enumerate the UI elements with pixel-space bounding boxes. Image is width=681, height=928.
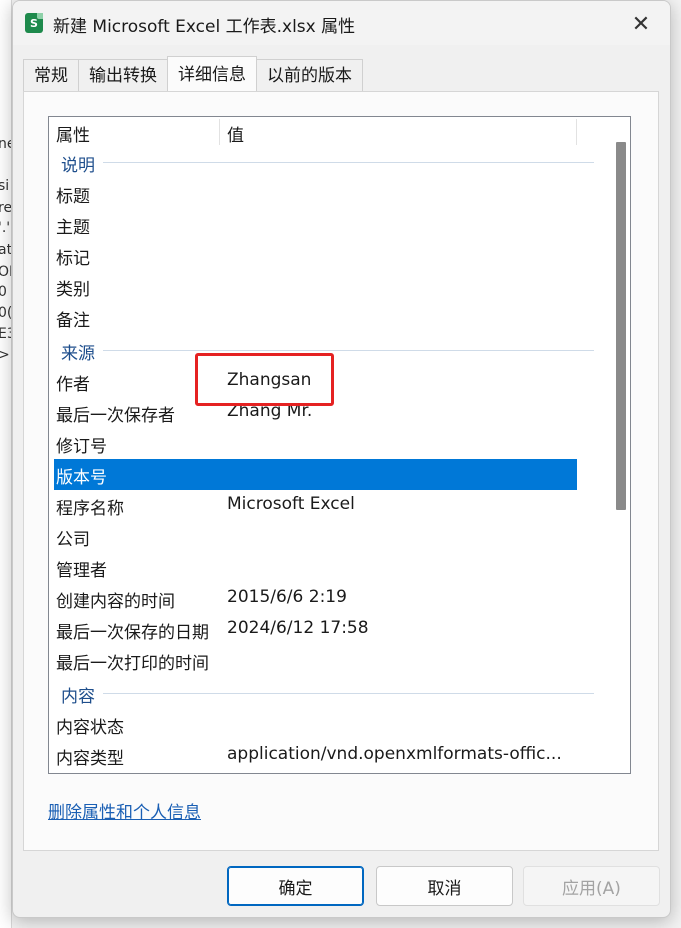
property-row[interactable]: 程序名称 Microsoft Excel: [49, 490, 579, 521]
background-text: 0: [0, 284, 7, 300]
tab-general[interactable]: 常规: [23, 59, 79, 92]
background-text: si: [0, 178, 10, 194]
tab-output-conversion[interactable]: 输出转换: [78, 59, 168, 92]
app-icon-glyph: S: [30, 16, 38, 30]
group-label: 来源: [61, 344, 95, 364]
property-name: 内容类型: [56, 749, 124, 769]
property-value[interactable]: Microsoft Excel: [227, 494, 579, 514]
property-name: 备注: [56, 311, 90, 331]
property-row[interactable]: 修订号: [49, 428, 579, 459]
tab-details[interactable]: 详细信息: [167, 56, 257, 91]
property-row[interactable]: 类别: [49, 271, 579, 302]
excel-file-icon: S: [25, 13, 43, 33]
properties-dialog: S 新建 Microsoft Excel 工作表.xlsx 属性 ✕ 常规 输出…: [12, 0, 671, 918]
property-row[interactable]: 内容类型 application/vnd.openxmlformats-offic…: [49, 740, 579, 771]
property-name: 类别: [56, 280, 90, 300]
details-panel: 属性 值 说明 标题 主题 标记 类别 备注 来源 作者 Zhangsan 最后一…: [23, 91, 659, 851]
group-label: 内容: [61, 687, 95, 707]
apply-button[interactable]: 应用(A): [523, 866, 660, 906]
property-name: 最后一次保存的日期: [56, 623, 209, 643]
group-divider: [103, 350, 594, 351]
property-name: 作者: [56, 375, 90, 395]
property-name: 公司: [56, 530, 90, 550]
group-content: 内容: [49, 678, 594, 709]
property-name: 标题: [56, 187, 90, 207]
property-row[interactable]: 标题: [49, 178, 579, 209]
property-row[interactable]: 管理者: [49, 552, 579, 583]
group-divider: [103, 162, 594, 163]
vertical-scrollbar[interactable]: [610, 117, 630, 773]
background-text: E3: [0, 326, 11, 342]
group-description: 说明: [49, 147, 594, 178]
annotation-highlight-box: [195, 353, 334, 406]
remove-properties-link[interactable]: 删除属性和个人信息: [48, 798, 201, 823]
cancel-button[interactable]: 取消: [376, 866, 513, 906]
close-icon: ✕: [631, 11, 651, 37]
property-row[interactable]: 公司: [49, 521, 579, 552]
property-name: 管理者: [56, 561, 107, 581]
background-window-edge: ne si re '.' at OL 0 0( E3 >: [0, 0, 12, 928]
background-text: at: [0, 242, 12, 258]
property-name: 主题: [56, 218, 90, 238]
column-header: 属性 值: [49, 117, 630, 147]
background-text: OL: [0, 264, 11, 280]
tab-previous-versions[interactable]: 以前的版本: [256, 59, 363, 92]
property-value[interactable]: 2015/6/6 2:19: [227, 587, 579, 607]
background-text: '.': [0, 220, 11, 236]
scrollbar-thumb[interactable]: [616, 142, 626, 510]
property-name: 修订号: [56, 437, 107, 457]
property-row[interactable]: 备注: [49, 302, 579, 333]
property-name: 最后一次保存者: [56, 406, 175, 426]
window-title: 新建 Microsoft Excel 工作表.xlsx 属性: [53, 17, 356, 37]
property-value[interactable]: application/vnd.openxmlformats-offic...: [227, 744, 579, 764]
title-bar[interactable]: S 新建 Microsoft Excel 工作表.xlsx 属性 ✕: [13, 1, 670, 45]
column-header-value[interactable]: 值: [227, 121, 244, 146]
property-row[interactable]: 内容状态: [49, 709, 579, 740]
column-header-property[interactable]: 属性: [56, 121, 90, 146]
property-name: 程序名称: [56, 499, 124, 519]
ok-button[interactable]: 确定: [227, 866, 364, 906]
property-name: 内容状态: [56, 718, 124, 738]
property-name: 标记: [56, 249, 90, 269]
property-row[interactable]: 标记: [49, 240, 579, 271]
property-name: 版本号: [56, 468, 107, 488]
property-row[interactable]: 最后一次保存的日期 2024/6/12 17:58: [49, 614, 579, 645]
property-row[interactable]: 最后一次打印的时间: [49, 645, 579, 676]
tab-strip: 常规 输出转换 详细信息 以前的版本: [23, 56, 363, 92]
property-row[interactable]: 创建内容的时间 2015/6/6 2:19: [49, 583, 579, 614]
property-value[interactable]: 2024/6/12 17:58: [227, 618, 579, 638]
property-name: 创建内容的时间: [56, 592, 175, 612]
column-divider[interactable]: [219, 119, 220, 145]
background-text: >: [0, 347, 10, 363]
close-button[interactable]: ✕: [624, 7, 658, 41]
property-row[interactable]: 主题: [49, 209, 579, 240]
property-list[interactable]: 属性 值 说明 标题 主题 标记 类别 备注 来源 作者 Zhangsan 最后一…: [48, 116, 631, 774]
background-text: re: [0, 200, 12, 216]
background-text: 0(: [0, 305, 12, 321]
property-name: 最后一次打印的时间: [56, 654, 209, 674]
group-divider: [103, 693, 594, 694]
group-label: 说明: [61, 156, 95, 176]
property-row-selected[interactable]: 版本号: [54, 459, 577, 490]
column-divider[interactable]: [576, 119, 577, 145]
background-text: ne: [0, 136, 11, 152]
